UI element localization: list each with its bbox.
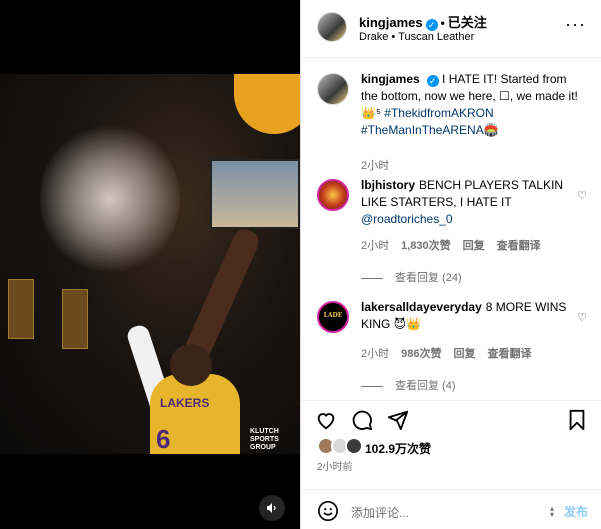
translate-button[interactable]: 查看翻译 <box>497 240 541 252</box>
hashtag-link[interactable]: #ThekidfromAKRON <box>384 106 493 120</box>
music-separator: • <box>391 31 396 43</box>
replies-line <box>361 277 383 279</box>
championship-banner <box>8 279 34 339</box>
caption-meta: 2小时 <box>361 157 401 173</box>
post-timestamp[interactable]: 2小时前 <box>317 458 353 473</box>
comment-time[interactable]: 2小时 <box>361 240 389 252</box>
bookmark-icon[interactable] <box>567 409 587 431</box>
comment-likes[interactable]: 986次赞 <box>401 348 441 360</box>
caption-emoji: 🏟️ <box>483 123 499 137</box>
championship-banner <box>62 289 88 349</box>
caption-username[interactable]: kingjames <box>361 72 420 86</box>
following-button[interactable]: 已关注 <box>448 15 487 30</box>
comment-time[interactable]: 2小时 <box>361 348 389 360</box>
likes-count[interactable]: 102.9万次赞 <box>365 440 431 457</box>
verified-badge-icon: ✓ <box>426 75 439 87</box>
input-stepper-icon: ▴ ▾ <box>549 504 554 519</box>
verified-badge-icon: ✓ <box>425 19 438 31</box>
share-icon[interactable] <box>387 409 409 431</box>
translate-button[interactable]: 查看翻译 <box>487 348 531 360</box>
comment-meta: 2小时 1,830次赞 回复 查看翻译 <box>361 237 553 253</box>
comment-item: LADE lakersalldayeveryday 8 MORE WINS KIN… <box>317 299 587 399</box>
more-horizontal-icon[interactable]: ··· <box>565 14 586 35</box>
comment-username[interactable]: lakersalldayeveryday <box>361 300 482 314</box>
replies-line <box>361 385 383 387</box>
mute-button[interactable] <box>259 495 285 521</box>
audio-attribution[interactable]: Drake • Tuscan Leather <box>359 31 474 43</box>
separator: • <box>440 16 445 30</box>
reply-button[interactable]: 回复 <box>453 348 475 360</box>
view-replies-label: 查看回复 (4) <box>395 380 456 392</box>
mention-link[interactable]: @roadtoriches_0 <box>361 212 453 226</box>
like-comment-heart-icon[interactable]: ♡ <box>577 311 587 324</box>
instagram-post-modal: LAKERS 6 KLUTCH SPORTS GROUP kingjames ✓ •… <box>0 0 601 529</box>
arena-jumbotron <box>210 159 300 229</box>
view-replies-label: 查看回复 (24) <box>395 272 462 284</box>
avatar[interactable] <box>317 179 349 211</box>
comments-list[interactable]: kingjames ✓ I HATE IT! Started from the b… <box>301 59 601 399</box>
heart-icon[interactable] <box>315 409 337 431</box>
hashtag-link[interactable]: #TheManInTheARENA <box>361 123 484 137</box>
jersey-number: 6 <box>156 424 171 454</box>
klutch-watermark: KLUTCH SPORTS GROUP <box>250 428 279 451</box>
reply-button[interactable]: 回复 <box>463 240 485 252</box>
liker-avatar <box>345 437 363 455</box>
arena-sign <box>234 74 300 134</box>
comment-icon[interactable] <box>351 409 373 431</box>
comment-likes[interactable]: 1,830次赞 <box>401 240 451 252</box>
player-head <box>170 344 212 386</box>
avatar[interactable]: LADE <box>317 301 349 333</box>
music-title: Tuscan Leather <box>398 31 475 43</box>
header-username-row: kingjames ✓ • 已关注 <box>359 12 487 31</box>
jersey-team-text: LAKERS <box>160 396 210 410</box>
caption-time[interactable]: 2小时 <box>361 160 389 172</box>
comment-input[interactable]: 添加评论... <box>351 504 409 521</box>
view-replies-button[interactable]: 查看回复 (24) <box>361 269 462 285</box>
avatar[interactable] <box>317 12 347 42</box>
comment-username[interactable]: lbjhistory <box>361 178 415 192</box>
view-replies-button[interactable]: 查看回复 (4) <box>361 377 456 393</box>
comment-composer: 添加评论... ▴ ▾ 发布 <box>301 489 601 529</box>
comment-text: lakersalldayeveryday 8 MORE WINS KING 😈👑 <box>361 299 581 333</box>
avatar[interactable] <box>317 73 349 105</box>
comment-text: lbjhistory BENCH PLAYERS TALKIN LIKE STAR… <box>361 177 581 228</box>
emoji-icon[interactable] <box>317 500 339 522</box>
post-header: kingjames ✓ • 已关注 Drake • Tuscan Leather ··· <box>301 0 601 58</box>
post-video[interactable]: LAKERS 6 KLUTCH SPORTS GROUP <box>0 74 300 454</box>
post-media-pane: LAKERS 6 KLUTCH SPORTS GROUP <box>0 0 300 529</box>
caption: kingjames ✓ I HATE IT! Started from the b… <box>317 71 587 172</box>
caption-text: kingjames ✓ I HATE IT! Started from the b… <box>361 71 581 139</box>
like-comment-heart-icon[interactable]: ♡ <box>577 189 587 202</box>
post-actions-bar <box>301 400 601 440</box>
comment-meta: 2小时 986次赞 回复 查看翻译 <box>361 345 543 361</box>
post-comment-button[interactable]: 发布 <box>564 503 588 520</box>
username-link[interactable]: kingjames <box>359 15 423 30</box>
speaker-icon <box>267 503 276 513</box>
chalk-cloud <box>40 124 180 274</box>
comment-item: lbjhistory BENCH PLAYERS TALKIN LIKE STAR… <box>317 177 587 287</box>
music-artist: Drake <box>359 31 389 43</box>
avatar-logo-text: LADE <box>323 312 343 319</box>
post-details-pane: kingjames ✓ • 已关注 Drake • Tuscan Leather ··· … <box>300 0 601 529</box>
